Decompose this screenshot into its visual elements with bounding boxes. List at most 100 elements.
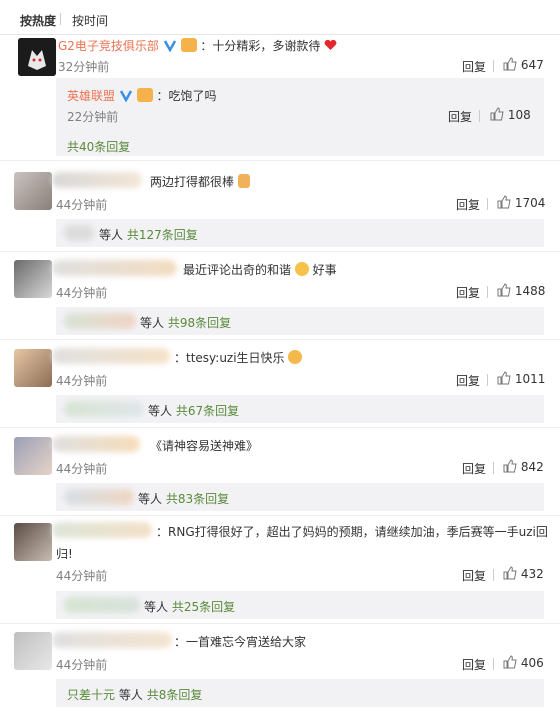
like-button[interactable]: 406 <box>503 655 544 670</box>
thumbs-up-icon <box>503 57 517 71</box>
comment-text: 两边打得都很棒 <box>150 173 250 190</box>
reply-summary: 等人 共98条回复 <box>140 316 232 330</box>
tab-divider <box>60 13 61 25</box>
thumbs-up-icon <box>490 107 504 121</box>
like-count: 1011 <box>514 372 546 386</box>
divider <box>493 658 494 670</box>
reply-summary: 等人 共127条回复 <box>99 228 198 242</box>
comment-time: 32分钟前 <box>58 60 110 74</box>
subreply-user[interactable]: 英雄联盟 <box>67 89 115 103</box>
more-replies-link[interactable]: 共98条回复 <box>168 316 231 330</box>
blurred-username <box>64 489 134 505</box>
comment-text: 最近评论出奇的和谐 好事 <box>183 262 337 277</box>
blurred-username <box>52 172 142 188</box>
divider <box>487 286 488 298</box>
like-count: 842 <box>520 460 544 474</box>
thumbs-up-icon <box>497 195 511 209</box>
more-replies-link[interactable]: 共40条回复 <box>67 138 130 155</box>
reply-button[interactable]: 回复 <box>456 372 480 389</box>
reply-button[interactable]: 回复 <box>462 460 486 477</box>
member-badge-icon <box>136 88 153 102</box>
like-button[interactable]: 1488 <box>497 283 545 298</box>
like-button[interactable]: 1011 <box>497 371 545 386</box>
sort-tabs: 按热度 按时间 <box>0 0 560 35</box>
reply-summary: 等人 共83条回复 <box>138 492 230 506</box>
avatar[interactable] <box>14 437 52 475</box>
divider <box>479 110 480 122</box>
blurred-username <box>64 313 136 329</box>
tab-hot[interactable]: 按热度 <box>20 12 56 29</box>
comment-user[interactable]: G2电子竞技俱乐部 <box>58 39 159 53</box>
divider <box>493 569 494 581</box>
reply-button[interactable]: 回复 <box>462 656 486 673</box>
thumbs-up-icon <box>503 655 517 669</box>
like-button[interactable]: 108 <box>490 107 531 122</box>
blurred-username <box>52 632 172 648</box>
comment-text: ：RNG打得很好了，超出了妈妈的预期，请继续加油，季后赛等一手uzi回 <box>156 525 548 539</box>
avatar[interactable] <box>14 172 52 210</box>
divider <box>487 198 488 210</box>
row-divider <box>0 160 560 161</box>
comment-text: ：ttesy:uzi生日快乐 <box>174 349 303 366</box>
like-button[interactable]: 842 <box>503 459 544 474</box>
tab-time[interactable]: 按时间 <box>72 12 108 29</box>
row-divider <box>0 515 560 516</box>
avatar[interactable] <box>14 523 52 561</box>
thumbs-up-icon <box>503 459 517 473</box>
like-button[interactable]: 647 <box>503 57 544 72</box>
comment-time: 44分钟前 <box>56 286 108 300</box>
blurred-username <box>52 522 152 538</box>
comment-time: 44分钟前 <box>56 658 108 672</box>
avatar[interactable] <box>14 260 52 298</box>
divider <box>487 374 488 386</box>
row-divider <box>0 623 560 624</box>
like-count: 108 <box>507 108 531 122</box>
blurred-username <box>64 401 144 417</box>
blurred-username <box>64 225 94 241</box>
reply-button[interactable]: 回复 <box>456 284 480 301</box>
like-count: 432 <box>520 567 544 581</box>
like-count: 406 <box>520 656 544 670</box>
thumbs-up-icon <box>497 371 511 385</box>
comment-time: 44分钟前 <box>56 569 108 583</box>
thumbs-up-icon <box>503 566 517 580</box>
emoji-icon <box>294 262 309 276</box>
avatar[interactable] <box>18 38 56 76</box>
more-replies-link[interactable]: 共25条回复 <box>172 600 235 614</box>
reply-button[interactable]: 回复 <box>462 58 486 75</box>
like-button[interactable]: 432 <box>503 566 544 581</box>
more-replies-link[interactable]: 共127条回复 <box>127 228 198 242</box>
reply-button[interactable]: 回复 <box>462 567 486 584</box>
row-divider <box>0 251 560 252</box>
heart-icon <box>324 39 337 50</box>
comment-text-continued: 归! <box>56 547 73 561</box>
avatar[interactable] <box>14 632 52 670</box>
thumbs-up-icon <box>497 283 511 297</box>
reply-button[interactable]: 回复 <box>456 196 480 213</box>
more-replies-link[interactable]: 共83条回复 <box>166 492 229 506</box>
more-replies-link[interactable]: 共67条回复 <box>176 404 239 418</box>
reply-summary: 等人 共25条回复 <box>144 600 236 614</box>
comment-time: 44分钟前 <box>56 198 108 212</box>
member-badge-icon <box>180 38 197 52</box>
comment-text: ：十分精彩，多谢款待 <box>200 39 321 53</box>
divider <box>493 462 494 474</box>
more-replies-link[interactable]: 共8条回复 <box>147 688 203 702</box>
blurred-username <box>52 348 170 364</box>
subreply-time: 22分钟前 <box>67 110 119 124</box>
comment-text: ：一首难忘今宵送给大家 <box>174 635 307 649</box>
comment-line: G2电子竞技俱乐部 ：十分精彩，多谢款待 <box>58 37 337 54</box>
reply-user[interactable]: 只差十元 <box>67 688 115 702</box>
blurred-username <box>64 597 140 613</box>
like-button[interactable]: 1704 <box>497 195 545 210</box>
divider <box>493 60 494 72</box>
reply-button[interactable]: 回复 <box>448 108 472 125</box>
comment-time: 44分钟前 <box>56 462 108 476</box>
like-count: 1488 <box>514 284 546 298</box>
verified-badge-icon <box>163 40 176 52</box>
like-count: 647 <box>520 58 544 72</box>
subreply-text: ：吃饱了吗 <box>156 89 217 103</box>
comment-time: 44分钟前 <box>56 374 108 388</box>
blurred-username <box>52 436 140 452</box>
avatar[interactable] <box>14 349 52 387</box>
